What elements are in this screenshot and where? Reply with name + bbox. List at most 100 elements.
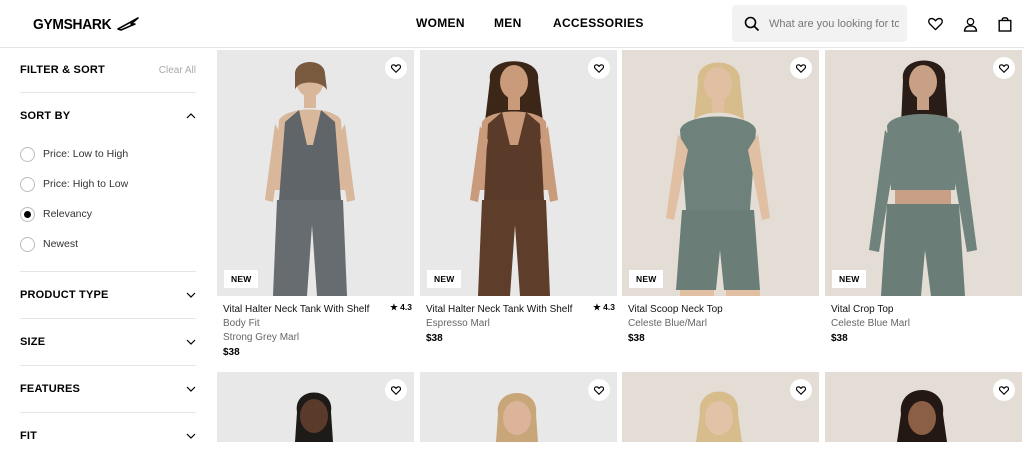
product-color: Strong Grey Marl bbox=[223, 332, 300, 343]
rating-value: 4.3 bbox=[400, 302, 412, 312]
product-card[interactable] bbox=[217, 372, 414, 442]
sort-option-price-high-low[interactable]: Price: High to Low bbox=[20, 169, 196, 199]
fit-toggle[interactable]: FIT bbox=[20, 413, 196, 459]
nav-men[interactable]: MEN bbox=[494, 16, 522, 30]
chevron-down-icon bbox=[186, 386, 196, 392]
search-icon bbox=[744, 16, 760, 31]
radio-button-selected[interactable] bbox=[20, 206, 35, 222]
radio-button[interactable] bbox=[20, 146, 35, 162]
product-price: $38 bbox=[223, 347, 240, 358]
filter-sidebar: FILTER & SORT Clear All SORT BY Price: L… bbox=[20, 48, 196, 459]
search-bar[interactable] bbox=[732, 5, 907, 42]
model-figure bbox=[496, 393, 538, 442]
product-card[interactable] bbox=[420, 372, 617, 442]
sort-option-newest[interactable]: Newest bbox=[20, 229, 196, 259]
search-input[interactable] bbox=[769, 17, 899, 30]
product-grid: NEW Vital Halter Neck Tank With Shelf Bo… bbox=[217, 48, 1024, 442]
product-image[interactable] bbox=[825, 372, 1022, 442]
sort-by-section: SORT BY Price: Low to High Price: High t… bbox=[20, 93, 196, 272]
sort-option-label: Price: Low to High bbox=[43, 148, 129, 160]
brand-name: GYMSHARK bbox=[33, 15, 112, 33]
heart-icon bbox=[999, 385, 1009, 395]
heart-icon bbox=[594, 63, 604, 73]
model-figure bbox=[696, 391, 742, 442]
size-toggle[interactable]: SIZE bbox=[20, 319, 196, 365]
model-figure bbox=[265, 62, 355, 296]
nav-accessories[interactable]: ACCESSORIES bbox=[553, 16, 644, 30]
new-badge: NEW bbox=[629, 270, 664, 288]
product-info: Vital Halter Neck Tank With Shelf Body F… bbox=[217, 296, 414, 361]
product-subtitle: Body Fit bbox=[223, 318, 260, 329]
wishlist-toggle[interactable] bbox=[993, 57, 1015, 79]
wishlist-toggle[interactable] bbox=[588, 57, 610, 79]
wishlist-toggle[interactable] bbox=[993, 379, 1015, 401]
product-card[interactable] bbox=[622, 372, 819, 442]
product-card[interactable]: NEW Vital Halter Neck Tank With Shelf Es… bbox=[420, 50, 617, 347]
filter-title: FILTER & SORT bbox=[20, 64, 105, 76]
chevron-up-icon bbox=[186, 113, 196, 119]
bag-icon bbox=[998, 17, 1012, 32]
product-card[interactable]: NEW Vital Scoop Neck Top Celeste Blue/Ma… bbox=[622, 50, 819, 347]
product-image[interactable] bbox=[217, 372, 414, 442]
product-card[interactable]: NEW Vital Crop Top Celeste Blue Marl $38 bbox=[825, 50, 1022, 347]
sort-by-toggle[interactable]: SORT BY bbox=[20, 93, 196, 139]
radio-button[interactable] bbox=[20, 236, 35, 252]
size-title: SIZE bbox=[20, 336, 46, 348]
product-type-section: PRODUCT TYPE bbox=[20, 272, 196, 319]
wishlist-toggle[interactable] bbox=[385, 379, 407, 401]
product-image[interactable] bbox=[420, 372, 617, 442]
fit-section: FIT bbox=[20, 413, 196, 459]
heart-icon bbox=[927, 17, 943, 31]
filter-header: FILTER & SORT Clear All bbox=[20, 48, 196, 93]
sort-option-relevancy[interactable]: Relevancy bbox=[20, 199, 196, 229]
heart-icon bbox=[796, 385, 806, 395]
heart-icon bbox=[391, 63, 401, 73]
model-figure bbox=[897, 390, 947, 442]
product-info: Vital Halter Neck Tank With Shelf Espres… bbox=[420, 296, 617, 347]
sort-option-price-low-high[interactable]: Price: Low to High bbox=[20, 139, 196, 169]
product-image[interactable]: NEW bbox=[420, 50, 617, 296]
product-color: Espresso Marl bbox=[426, 318, 490, 329]
sort-options: Price: Low to High Price: High to Low Re… bbox=[20, 139, 196, 271]
product-price: $38 bbox=[426, 333, 443, 344]
product-price: $38 bbox=[628, 333, 645, 344]
wishlist-toggle[interactable] bbox=[790, 379, 812, 401]
product-info: Vital Crop Top Celeste Blue Marl $38 bbox=[825, 296, 1022, 347]
user-icon bbox=[963, 17, 977, 32]
chevron-down-icon bbox=[186, 433, 196, 439]
product-name[interactable]: Vital Crop Top bbox=[831, 303, 996, 317]
bag-button[interactable] bbox=[995, 14, 1015, 34]
sort-option-label: Price: High to Low bbox=[43, 178, 129, 190]
product-card[interactable] bbox=[825, 372, 1022, 442]
product-image[interactable]: NEW bbox=[622, 50, 819, 296]
product-card[interactable]: NEW Vital Halter Neck Tank With Shelf Bo… bbox=[217, 50, 414, 361]
product-type-toggle[interactable]: PRODUCT TYPE bbox=[20, 272, 196, 318]
product-info: Vital Scoop Neck Top Celeste Blue/Marl $… bbox=[622, 296, 819, 347]
wishlist-toggle[interactable] bbox=[385, 57, 407, 79]
radio-button[interactable] bbox=[20, 176, 35, 192]
wishlist-toggle[interactable] bbox=[790, 57, 812, 79]
new-badge: NEW bbox=[224, 270, 259, 288]
model-figure bbox=[470, 61, 558, 296]
sort-option-label: Relevancy bbox=[43, 208, 93, 220]
product-rating: ★ 4.3 bbox=[390, 302, 412, 313]
clear-all-button[interactable]: Clear All bbox=[159, 65, 196, 76]
product-name[interactable]: Vital Halter Neck Tank With Shelf bbox=[426, 303, 591, 317]
product-name[interactable]: Vital Scoop Neck Top bbox=[628, 303, 793, 317]
wishlist-toggle[interactable] bbox=[588, 379, 610, 401]
model-figure bbox=[869, 60, 977, 296]
product-image[interactable]: NEW bbox=[825, 50, 1022, 296]
product-image[interactable]: NEW bbox=[217, 50, 414, 296]
product-type-title: PRODUCT TYPE bbox=[20, 289, 109, 301]
product-name[interactable]: Vital Halter Neck Tank With Shelf bbox=[223, 303, 388, 317]
account-button[interactable] bbox=[960, 14, 980, 34]
heart-icon bbox=[796, 63, 806, 73]
new-badge: NEW bbox=[427, 270, 462, 288]
product-color: Celeste Blue/Marl bbox=[628, 318, 707, 329]
nav-women[interactable]: WOMEN bbox=[416, 16, 465, 30]
wishlist-button[interactable] bbox=[925, 14, 945, 34]
product-color: Celeste Blue Marl bbox=[831, 318, 910, 329]
brand-logo[interactable]: GYMSHARK bbox=[33, 15, 143, 33]
features-toggle[interactable]: FEATURES bbox=[20, 366, 196, 412]
product-image[interactable] bbox=[622, 372, 819, 442]
